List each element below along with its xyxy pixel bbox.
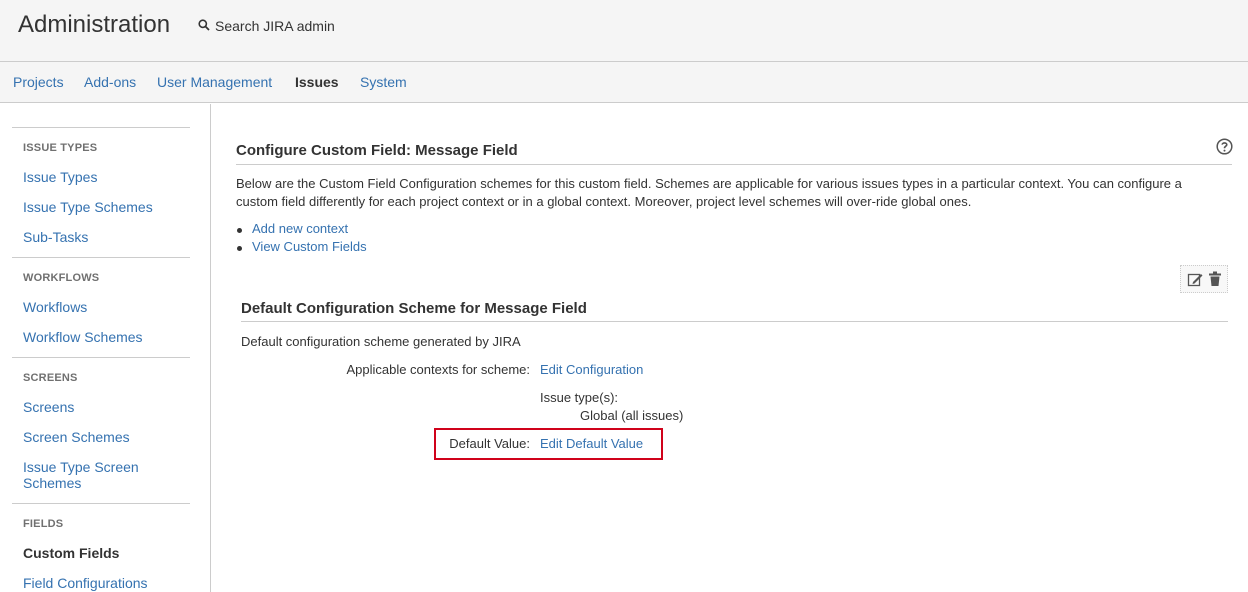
sidebar-item-workflow-schemes[interactable]: Workflow Schemes [23, 329, 143, 345]
trash-icon[interactable] [1208, 271, 1222, 287]
default-value-label: Default Value: [449, 436, 530, 451]
sidebar-divider [12, 127, 190, 128]
sidebar-item-issue-type-screen-schemes[interactable]: Issue Type Screen Schemes [23, 459, 163, 491]
search-icon [198, 18, 215, 34]
admin-search-link[interactable]: Search JIRA admin [198, 18, 335, 34]
edit-configuration-link[interactable]: Edit Configuration [540, 362, 643, 377]
action-links: Add new context View Custom Fields [236, 221, 367, 257]
issue-types-label: Issue type(s): [540, 390, 619, 405]
page-title: Administration [18, 11, 171, 38]
sidebar-item-issue-types[interactable]: Issue Types [23, 169, 97, 185]
contexts-label: Applicable contexts for scheme: [346, 362, 530, 377]
content-title: Configure Custom Field: Message Field [236, 142, 518, 159]
sidebar-divider [12, 257, 190, 258]
sidebar-divider [12, 503, 190, 504]
sidebar-heading-issue-types: ISSUE TYPES [23, 142, 98, 154]
sidebar-item-screen-schemes[interactable]: Screen Schemes [23, 429, 130, 445]
list-item: View Custom Fields [236, 239, 367, 257]
tab-add-ons[interactable]: Add-ons [84, 74, 136, 90]
tab-projects[interactable]: Projects [13, 74, 64, 90]
sidebar-item-screens[interactable]: Screens [23, 399, 74, 415]
sidebar-divider [12, 357, 190, 358]
list-item: Add new context [236, 221, 367, 239]
help-icon[interactable] [1216, 138, 1233, 160]
sidebar: ISSUE TYPES Issue Types Issue Type Schem… [0, 104, 211, 592]
sidebar-item-issue-type-schemes[interactable]: Issue Type Schemes [23, 199, 153, 215]
edit-default-value-link[interactable]: Edit Default Value [540, 436, 643, 451]
sidebar-heading-workflows: WORKFLOWS [23, 272, 100, 284]
scheme-title: Default Configuration Scheme for Message… [241, 300, 587, 317]
issue-types-value: Global (all issues) [580, 408, 684, 423]
scheme-description: Default configuration scheme generated b… [241, 334, 521, 349]
sidebar-item-sub-tasks[interactable]: Sub-Tasks [23, 229, 88, 245]
tab-issues[interactable]: Issues [295, 74, 339, 90]
tab-user-management[interactable]: User Management [157, 74, 272, 90]
sidebar-heading-screens: SCREENS [23, 372, 78, 384]
edit-icon[interactable] [1187, 271, 1204, 288]
title-divider [236, 164, 1232, 165]
tab-system[interactable]: System [360, 74, 407, 90]
sidebar-item-workflows[interactable]: Workflows [23, 299, 87, 315]
view-custom-fields-link[interactable]: View Custom Fields [252, 239, 367, 254]
sidebar-item-custom-fields[interactable]: Custom Fields [23, 545, 119, 561]
scheme-operations [1180, 265, 1228, 293]
page-description: Below are the Custom Field Configuration… [236, 176, 1182, 209]
scheme-divider [241, 321, 1228, 322]
admin-nav: Projects Add-ons User Management Issues … [0, 62, 1248, 103]
sidebar-item-field-configurations[interactable]: Field Configurations [23, 575, 148, 591]
search-label: Search JIRA admin [215, 18, 335, 34]
sidebar-heading-fields: FIELDS [23, 518, 64, 530]
header-bar: Administration Search JIRA admin [0, 0, 1248, 62]
add-new-context-link[interactable]: Add new context [252, 221, 348, 236]
